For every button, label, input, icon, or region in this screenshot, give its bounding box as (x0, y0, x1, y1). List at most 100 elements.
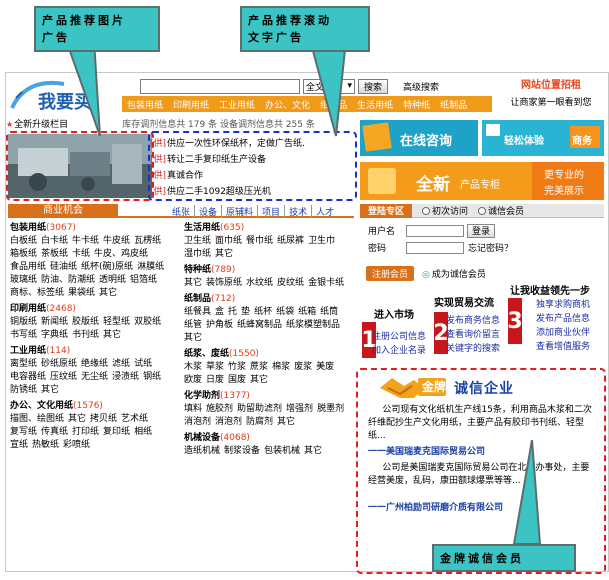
category-item-link[interactable]: 牛皮纸 (103, 235, 130, 248)
category-item-link[interactable]: 商标、标签纸 (10, 287, 64, 300)
category-item-link[interactable]: 其它 (215, 248, 233, 261)
category-item-link[interactable]: 纸箱 (298, 306, 316, 319)
category-item-link[interactable]: 制浆设备 (224, 445, 260, 458)
category-item-link[interactable]: 其它 (41, 384, 59, 397)
category-item-link[interactable]: 竹浆 (228, 361, 246, 374)
step-link[interactable]: 关键字的搜索 (446, 342, 500, 356)
category-item-link[interactable]: 压纹纸 (50, 371, 77, 384)
category-item-link[interactable]: 垫 (241, 306, 250, 319)
category-name[interactable]: 机械设备(4068) (184, 432, 354, 445)
category-item-link[interactable]: 纸尿裤 (277, 235, 304, 248)
category-item-link[interactable]: 增强剂 (286, 403, 313, 416)
category-item-link[interactable]: 消泡剂 (215, 416, 242, 429)
category-item-link[interactable]: 茶板纸 (41, 248, 68, 261)
nav-item[interactable]: 纸制品 (435, 98, 472, 111)
category-item-link[interactable]: 托 (228, 306, 237, 319)
advanced-search-link[interactable]: 高级搜索 (403, 80, 439, 93)
category-item-link[interactable]: 日废 (206, 374, 224, 387)
category-item-link[interactable]: 淋膜纸 (137, 261, 164, 274)
category-name[interactable]: 纸制品(712) (184, 293, 354, 306)
category-item-link[interactable]: 其它 (99, 287, 117, 300)
category-item-link[interactable]: 面巾纸 (215, 235, 242, 248)
step-link[interactable]: 注册公司信息 (372, 330, 426, 344)
category-item-link[interactable]: 铝箔纸 (130, 274, 157, 287)
category-item-link[interactable]: 白板纸 (10, 235, 37, 248)
category-item-link[interactable]: 字典纸 (41, 329, 68, 342)
category-item-link[interactable]: 棉浆 (272, 361, 290, 374)
category-item-link[interactable]: 拷贝纸 (90, 413, 117, 426)
category-item-link[interactable]: 艺术纸 (121, 413, 148, 426)
category-item-link[interactable]: 传真纸 (41, 426, 68, 439)
category-item-link[interactable]: 草浆 (206, 361, 224, 374)
category-item-link[interactable]: 废浆 (294, 361, 312, 374)
category-item-link[interactable]: 复印纸 (103, 426, 130, 439)
category-item-link[interactable]: 卫生纸 (184, 235, 211, 248)
search-button[interactable]: 搜索 (358, 78, 389, 94)
category-item-link[interactable]: 牛皮、鸡皮纸 (94, 248, 148, 261)
category-item-link[interactable]: 硅油纸 (50, 261, 77, 274)
easy-trial-text[interactable]: 轻松体验 (504, 132, 544, 147)
category-item-link[interactable]: 其它 (184, 332, 202, 345)
category-item-link[interactable]: 其它 (250, 374, 268, 387)
category-item-link[interactable]: 助留助滤剂 (237, 403, 282, 416)
nav-item[interactable]: 印刷用纸 (168, 98, 214, 111)
category-item-link[interactable]: 施胶剂 (206, 403, 233, 416)
category-item-link[interactable]: 电容器纸 (10, 371, 46, 384)
new-column-text[interactable]: 全新 (416, 170, 450, 195)
nav-item[interactable]: 工业用纸 (214, 98, 260, 111)
business-opportunity-title[interactable]: 商业机会 (8, 204, 118, 218)
tab-technology[interactable]: 技术 (284, 205, 311, 218)
category-item-link[interactable]: 打印纸 (72, 426, 99, 439)
category-item-link[interactable]: 水纹纸 (246, 277, 273, 290)
category-item-link[interactable]: 书刊纸 (72, 329, 99, 342)
first-visit-option[interactable]: 初次访问 (422, 204, 468, 217)
category-item-link[interactable]: 试纸 (134, 358, 152, 371)
category-item-link[interactable]: 纸浆模塑制品 (286, 319, 340, 332)
category-item-link[interactable]: 浸渍纸 (112, 371, 139, 384)
category-name[interactable]: 工业用纸(114) (10, 345, 178, 358)
category-item-link[interactable]: 其它 (277, 416, 295, 429)
category-name[interactable]: 化学助剂(1377) (184, 390, 354, 403)
category-item-link[interactable]: 其它 (103, 329, 121, 342)
category-item-link[interactable]: 其它 (184, 277, 202, 290)
nav-item[interactable]: 包装用纸 (122, 98, 168, 111)
category-item-link[interactable]: 滤纸 (112, 358, 130, 371)
category-item-link[interactable]: 相纸 (134, 426, 152, 439)
category-item-link[interactable]: 轻型纸 (103, 316, 130, 329)
step-link[interactable]: 查看询价留言 (446, 328, 500, 342)
category-item-link[interactable]: 宣纸 (10, 439, 28, 452)
category-item-link[interactable]: 纸管 (184, 319, 202, 332)
tab-materials[interactable]: 原辅料 (221, 205, 257, 218)
become-member-link[interactable]: 成为诚信会员 (422, 267, 486, 280)
step-link[interactable]: 添加商业伙伴 (536, 326, 590, 340)
category-item-link[interactable]: 护角板 (206, 319, 233, 332)
category-item-link[interactable]: 描图、绘图纸 (10, 413, 64, 426)
category-item-link[interactable]: 填料 (184, 403, 202, 416)
category-item-link[interactable]: 造纸机械 (184, 445, 220, 458)
category-item-link[interactable]: 木浆 (184, 361, 202, 374)
tab-paper[interactable]: 纸张 (168, 205, 194, 218)
register-button[interactable]: 注册会员 (366, 266, 415, 281)
category-item-link[interactable]: 纸袋 (276, 306, 294, 319)
upgrade-column-link[interactable]: 全新升级栏目 (6, 117, 68, 130)
login-button[interactable]: 登录 (467, 223, 496, 238)
search-input[interactable] (140, 78, 300, 94)
category-item-link[interactable]: 卫生巾 (308, 235, 335, 248)
category-name[interactable]: 纸浆、废纸(1550) (184, 348, 354, 361)
category-item-link[interactable]: 国废 (228, 374, 246, 387)
category-item-link[interactable]: 金银卡纸 (308, 277, 344, 290)
category-item-link[interactable]: 胶版纸 (72, 316, 99, 329)
username-input[interactable] (406, 224, 464, 237)
category-item-link[interactable]: 纸餐具 (184, 306, 211, 319)
slogan-ad[interactable]: 网站位置招租 让商家第一眼看到您 (497, 76, 605, 112)
tab-projects[interactable]: 项目 (257, 205, 284, 218)
category-item-link[interactable]: 彩喷纸 (63, 439, 90, 452)
category-item-link[interactable]: 美废 (316, 361, 334, 374)
category-item-link[interactable]: 防油、防潮纸 (41, 274, 95, 287)
category-name[interactable]: 印刷用纸(2468) (10, 303, 178, 316)
password-input[interactable] (406, 241, 464, 254)
category-item-link[interactable]: 皮纹纸 (277, 277, 304, 290)
category-item-link[interactable]: 白卡纸 (41, 235, 68, 248)
trusted-member-option[interactable]: 诚信会员 (478, 204, 524, 217)
category-item-link[interactable]: 其它 (68, 413, 86, 426)
